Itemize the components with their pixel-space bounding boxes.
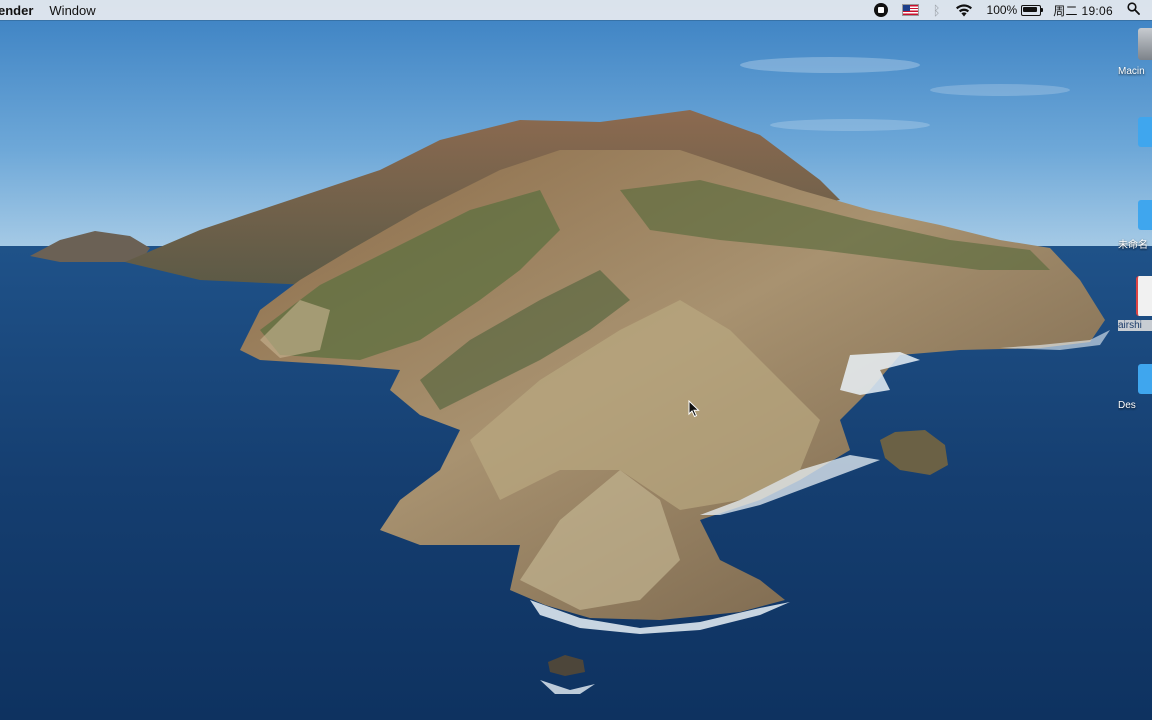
desktop-icon-untitled-folder[interactable]: 未命名 bbox=[1112, 200, 1152, 251]
app-menu[interactable]: ender bbox=[0, 3, 41, 18]
desktop-icon-desktop-folder[interactable]: Des bbox=[1112, 364, 1152, 411]
menu-window[interactable]: Window bbox=[41, 3, 103, 18]
menu-bar-status: ᛒ 100% 周二 19:06 bbox=[873, 0, 1152, 20]
hard-drive-icon bbox=[1138, 28, 1152, 60]
desktop-icon-macintosh-hd[interactable]: Macin bbox=[1112, 28, 1152, 77]
wifi-icon[interactable] bbox=[955, 0, 973, 20]
desktop-icon-folder[interactable] bbox=[1112, 117, 1152, 153]
folder-icon bbox=[1138, 364, 1152, 394]
desktop-icon-document[interactable]: airshi bbox=[1112, 276, 1152, 331]
menu-bar: ender Window ᛒ 100% 周二 19:06 bbox=[0, 0, 1152, 20]
mouse-pointer-icon bbox=[688, 400, 700, 418]
menu-bar-left: ender Window bbox=[0, 0, 104, 20]
desktop-icon-label: Macin bbox=[1118, 66, 1145, 77]
battery-icon[interactable] bbox=[1021, 4, 1044, 16]
folder-icon bbox=[1138, 117, 1152, 147]
screen-record-status[interactable] bbox=[873, 0, 888, 20]
stop-recording-icon bbox=[873, 3, 888, 17]
folder-icon bbox=[1138, 200, 1152, 230]
us-flag-icon bbox=[901, 4, 919, 16]
bluetooth-icon[interactable]: ᛒ bbox=[933, 0, 941, 20]
battery-percent[interactable]: 100% bbox=[987, 3, 1018, 17]
spotlight-search-icon[interactable] bbox=[1127, 2, 1140, 18]
desktop-icon-label: Des bbox=[1118, 400, 1136, 411]
desktop-icon-label: airshi bbox=[1118, 320, 1152, 331]
wallpaper-catalina-island bbox=[0, 0, 1152, 720]
input-source-menu[interactable] bbox=[901, 0, 919, 20]
menu-clock[interactable]: 周二 19:06 bbox=[1053, 2, 1113, 19]
document-icon bbox=[1136, 276, 1152, 316]
desktop-icon-label: 未命名 bbox=[1118, 240, 1148, 251]
desktop[interactable]: ender Window ᛒ 100% 周二 19:06 Macin 未命名 a… bbox=[0, 0, 1152, 720]
